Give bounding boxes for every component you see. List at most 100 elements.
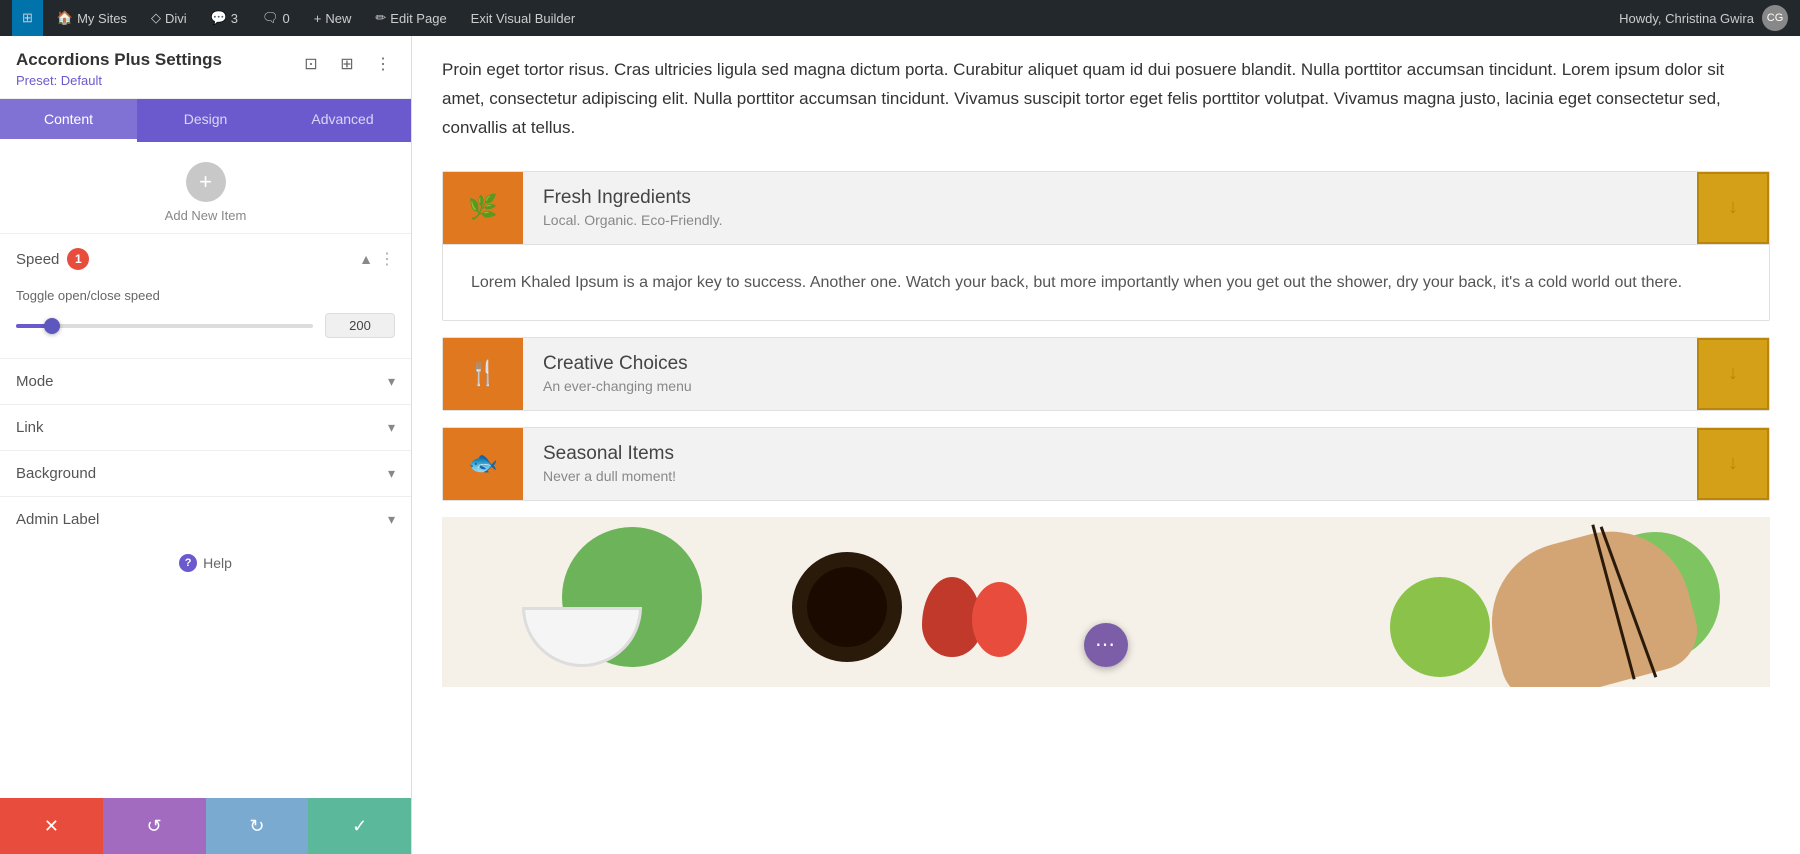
admin-bar-new[interactable]: + New — [304, 0, 362, 36]
wp-icon: ⊞ — [22, 10, 33, 26]
accordion-seasonal-icon-box: 🐟 — [443, 428, 523, 500]
redo-button[interactable]: ↻ — [206, 798, 309, 854]
section-link-title: Link — [16, 419, 44, 436]
section-background: Background ▾ — [0, 450, 411, 496]
wp-logo-item[interactable]: ⊞ — [12, 0, 43, 36]
sidebar-content: + Add New Item Speed 1 ▲ ⋮ Toggle open/c… — [0, 142, 411, 854]
accordion-fresh-toggle[interactable]: ↓ — [1697, 172, 1769, 244]
sidebar-minimize-button[interactable]: ⊡ — [297, 50, 325, 78]
section-speed-controls: ▲ ⋮ — [359, 249, 395, 269]
house-icon: 🏠 — [57, 10, 73, 26]
arrow-down-icon: ↓ — [1728, 196, 1738, 219]
tab-content[interactable]: Content — [0, 99, 137, 142]
accordion-fresh-header[interactable]: 🌿 Fresh Ingredients Local. Organic. Eco-… — [443, 172, 1769, 244]
radish2 — [972, 582, 1027, 657]
comment-icon: 💬 — [211, 10, 227, 26]
chevron-down-icon-mode: ▾ — [388, 373, 395, 390]
section-speed-header[interactable]: Speed 1 ▲ ⋮ — [0, 234, 411, 284]
accordion-seasonal-title: Seasonal Items — [543, 443, 1677, 465]
accordion-creative-header[interactable]: 🍴 Creative Choices An ever-changing menu… — [443, 338, 1769, 410]
section-admin-label-title-row: Admin Label — [16, 511, 99, 528]
floating-action-button[interactable]: ⋯ — [1084, 623, 1128, 667]
admin-bar-comments[interactable]: 💬 3 — [201, 0, 248, 36]
plus-icon: + — [314, 11, 322, 26]
chevron-up-icon: ▲ — [359, 251, 373, 267]
tab-advanced[interactable]: Advanced — [274, 99, 411, 142]
cancel-icon: ✕ — [44, 816, 59, 837]
page-content: Proin eget tortor risus. Cras ultricies … — [412, 36, 1800, 854]
admin-bar-chat[interactable]: 🗨 0 — [252, 0, 300, 36]
accordion-fresh-title: Fresh Ingredients — [543, 187, 1677, 209]
admin-bar-exit-builder[interactable]: Exit Visual Builder — [461, 0, 586, 36]
chevron-down-icon-admin-label: ▾ — [388, 511, 395, 528]
arrow-down-icon-3: ↓ — [1728, 452, 1738, 475]
section-speed-body: Toggle open/close speed 200 — [0, 284, 411, 358]
accordion-fresh-icon-box: 🌿 — [443, 172, 523, 244]
admin-bar-my-sites[interactable]: 🏠 My Sites — [47, 0, 137, 36]
section-link-header[interactable]: Link ▾ — [0, 405, 411, 450]
section-background-title-row: Background — [16, 465, 96, 482]
sidebar-tabs: Content Design Advanced — [0, 99, 411, 142]
accordion-creative-title: Creative Choices — [543, 353, 1677, 375]
section-mode: Mode ▾ — [0, 358, 411, 404]
section-admin-label: Admin Label ▾ — [0, 496, 411, 542]
undo-icon: ↺ — [147, 816, 162, 837]
sidebar-panel: Accordions Plus Settings Preset: Default… — [0, 36, 412, 854]
accordion-creative-subtitle: An ever-changing menu — [543, 378, 1677, 394]
leaf-icon: 🌿 — [468, 193, 498, 222]
section-mode-header[interactable]: Mode ▾ — [0, 359, 411, 404]
user-greeting: Howdy, Christina Gwira — [1619, 11, 1754, 26]
accordion-seasonal-text: Seasonal Items Never a dull moment! — [523, 431, 1697, 496]
help-row[interactable]: ? Help — [0, 542, 411, 586]
accordion-seasonal-header[interactable]: 🐟 Seasonal Items Never a dull moment! ↓ — [443, 428, 1769, 500]
sidebar-header: Accordions Plus Settings Preset: Default… — [0, 36, 411, 99]
section-speed-badge: 1 — [67, 248, 89, 270]
dots-icon: ⋯ — [1095, 635, 1117, 655]
add-new-item-area: + Add New Item — [0, 142, 411, 233]
tab-design[interactable]: Design — [137, 99, 274, 142]
admin-bar-user: Howdy, Christina Gwira CG — [1619, 5, 1788, 31]
sidebar-actions: ✕ ↺ ↻ ✓ — [0, 798, 411, 854]
sidebar-expand-button[interactable]: ⊞ — [333, 50, 361, 78]
section-speed-title: Speed — [16, 251, 59, 268]
section-background-title: Background — [16, 465, 96, 482]
pencil-icon: ✏ — [375, 10, 386, 26]
section-admin-label-header[interactable]: Admin Label ▾ — [0, 497, 411, 542]
undo-button[interactable]: ↺ — [103, 798, 206, 854]
bowl-dark-inner — [807, 567, 887, 647]
cancel-button[interactable]: ✕ — [0, 798, 103, 854]
save-button[interactable]: ✓ — [308, 798, 411, 854]
slider-thumb[interactable] — [44, 318, 60, 334]
section-background-header[interactable]: Background ▾ — [0, 451, 411, 496]
sidebar-menu-button[interactable]: ⋮ — [369, 50, 397, 78]
section-link-title-row: Link — [16, 419, 44, 436]
add-new-label: Add New Item — [165, 208, 247, 223]
section-mode-title-row: Mode — [16, 373, 54, 390]
accordion-creative-toggle[interactable]: ↓ — [1697, 338, 1769, 410]
slider-value[interactable]: 200 — [325, 313, 395, 338]
chevron-down-icon-background: ▾ — [388, 465, 395, 482]
section-speed-menu-icon[interactable]: ⋮ — [379, 249, 395, 269]
admin-bar-edit-page[interactable]: ✏ Edit Page — [365, 0, 456, 36]
fork-icon: 🍴 — [468, 359, 498, 388]
accordion-seasonal-toggle[interactable]: ↓ — [1697, 428, 1769, 500]
divi-icon: ◇ — [151, 10, 161, 26]
accordion-fresh-text: Fresh Ingredients Local. Organic. Eco-Fr… — [523, 175, 1697, 240]
help-label: Help — [203, 555, 232, 571]
accordion-fresh-ingredients: 🌿 Fresh Ingredients Local. Organic. Eco-… — [442, 171, 1770, 321]
food-image-section: ⋯ — [442, 517, 1770, 687]
accordion-fresh-subtitle: Local. Organic. Eco-Friendly. — [543, 212, 1677, 228]
section-speed-title-row: Speed 1 — [16, 248, 89, 270]
accordion-creative-text: Creative Choices An ever-changing menu — [523, 341, 1697, 406]
slider-track[interactable] — [16, 324, 313, 328]
chat-icon: 🗨 — [262, 10, 279, 26]
help-icon: ? — [179, 554, 197, 572]
accordion-seasonal-subtitle: Never a dull moment! — [543, 468, 1677, 484]
admin-bar-divi[interactable]: ◇ Divi — [141, 0, 197, 36]
redo-icon: ↻ — [249, 816, 264, 837]
section-link: Link ▾ — [0, 404, 411, 450]
section-speed: Speed 1 ▲ ⋮ Toggle open/close speed — [0, 233, 411, 358]
add-new-item-button[interactable]: + — [186, 162, 226, 202]
slider-row: 200 — [16, 313, 395, 338]
edamame-bowl — [1390, 577, 1490, 677]
